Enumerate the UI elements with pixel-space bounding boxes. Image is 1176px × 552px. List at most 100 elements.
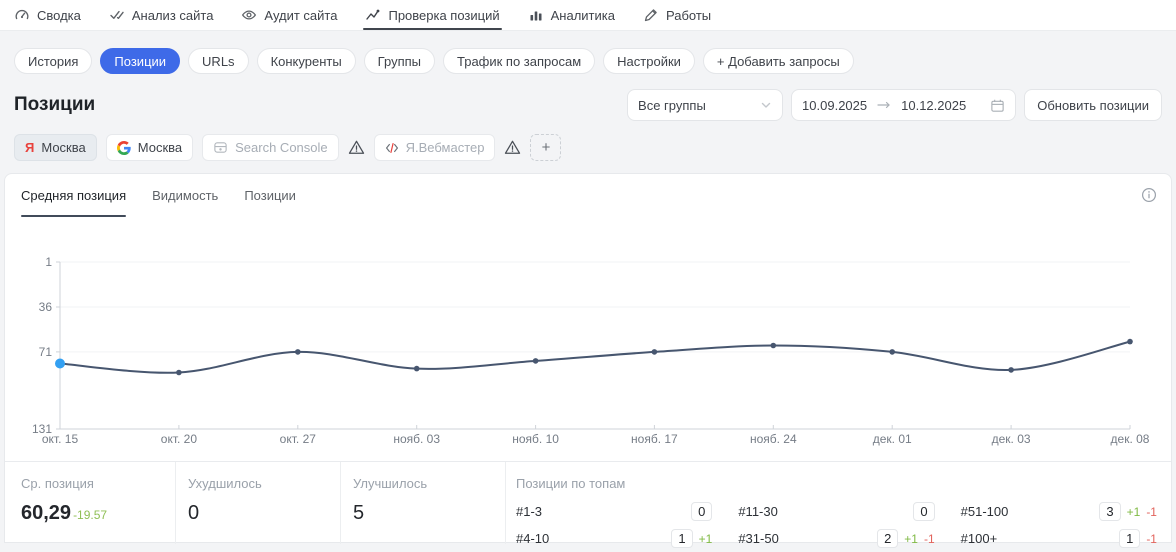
stat-avg-position: Ср. позиция 60,29-19.57 — [5, 462, 176, 544]
top-change-down: -1 — [1146, 505, 1157, 519]
improved-value: 5 — [353, 502, 505, 525]
pen-icon — [643, 7, 659, 23]
header-controls: Все группы 10.09.2025 10.12.2025 Обновит… — [627, 89, 1162, 121]
avg-position-value: 60,29 — [21, 502, 71, 525]
tops-grid: #1-3 0 #11-30 0 #51-100 3 +1 -1 — [516, 498, 1157, 552]
svg-text:36: 36 — [39, 300, 53, 314]
positions-chart-card: Средняя позиция Видимость Позиции 136711… — [4, 173, 1172, 543]
top-range-label: #1-3 — [516, 504, 691, 519]
top-range-label: #100+ — [961, 531, 1119, 546]
top-change-up: +1 — [1127, 505, 1141, 519]
top-count-badge: 0 — [913, 502, 934, 521]
arrow-right-icon — [877, 100, 891, 110]
tab-history[interactable]: История — [14, 48, 92, 74]
yandex-icon: Я — [25, 141, 34, 154]
top-row-100plus: #100+ 1 -1 — [961, 525, 1157, 552]
nav-item-analytics[interactable]: Аналитика — [528, 0, 615, 30]
svg-text:дек. 01: дек. 01 — [873, 432, 912, 446]
calendar-icon[interactable] — [990, 98, 1005, 113]
double-check-icon — [109, 7, 125, 23]
top-count-badge: 1 — [671, 529, 692, 548]
worsened-value: 0 — [188, 502, 340, 525]
nav-item-label: Анализ сайта — [132, 8, 214, 23]
info-icon[interactable] — [1141, 187, 1157, 203]
stat-label: Ухудшилось — [188, 476, 340, 491]
top-change-down: -1 — [924, 532, 935, 546]
tab-settings[interactable]: Настройки — [603, 48, 695, 74]
chip-label: Search Console — [235, 140, 328, 155]
groups-select-value: Все группы — [638, 98, 706, 113]
top-count-badge: 2 — [877, 529, 898, 548]
average-position-chart: 13671131окт. 15окт. 20окт. 27нояб. 03ноя… — [5, 217, 1171, 461]
nav-item-position-check[interactable]: Проверка позиций — [365, 0, 499, 30]
stat-tops: Позиции по топам #1-3 0 #11-30 0 #51-100… — [506, 462, 1171, 544]
tab-positions[interactable]: Позиции — [100, 48, 180, 74]
gauge-icon — [14, 7, 30, 23]
svg-text:дек. 03: дек. 03 — [992, 432, 1031, 446]
search-console-icon — [213, 140, 228, 155]
google-icon — [117, 141, 131, 155]
add-search-engine-button[interactable]: + — [530, 134, 561, 161]
warning-icon[interactable] — [348, 139, 365, 156]
svg-text:нояб. 10: нояб. 10 — [512, 432, 559, 446]
add-queries-button[interactable]: + Добавить запросы — [703, 48, 854, 74]
date-from[interactable]: 10.09.2025 — [802, 98, 867, 113]
page-header: Позиции Все группы 10.09.2025 10.12.2025… — [0, 74, 1176, 121]
top-change-down: -1 — [1146, 532, 1157, 546]
chart-tab-average-position[interactable]: Средняя позиция — [21, 174, 126, 217]
section-tabs: История Позиции URLs Конкуренты Группы Т… — [0, 31, 1176, 74]
chip-label: Москва — [41, 140, 85, 155]
line-chart-icon — [365, 7, 381, 23]
top-range-label: #4-10 — [516, 531, 671, 546]
stat-worsened: Ухудшилось 0 — [176, 462, 341, 544]
stats-footer: Ср. позиция 60,29-19.57 Ухудшилось 0 Улу… — [5, 461, 1171, 544]
stat-label: Улучшилось — [353, 476, 505, 491]
groups-select[interactable]: Все группы — [627, 89, 783, 121]
chip-yandex-webmaster[interactable]: Я.Вебмастер — [374, 134, 496, 161]
chart-tab-positions[interactable]: Позиции — [244, 174, 296, 217]
svg-text:окт. 20: окт. 20 — [161, 432, 198, 446]
top-range-label: #31-50 — [738, 531, 877, 546]
top-row-4-10: #4-10 1 +1 — [516, 525, 712, 552]
chart-tab-visibility[interactable]: Видимость — [152, 174, 218, 217]
stat-improved: Улучшилось 5 — [341, 462, 506, 544]
chevron-down-icon — [760, 99, 772, 111]
svg-text:71: 71 — [39, 345, 53, 359]
stat-label: Ср. позиция — [21, 476, 175, 491]
nav-item-site-analysis[interactable]: Анализ сайта — [109, 0, 214, 30]
tab-query-traffic[interactable]: Трафик по запросам — [443, 48, 595, 74]
tab-urls[interactable]: URLs — [188, 48, 249, 74]
svg-text:окт. 27: окт. 27 — [280, 432, 317, 446]
top-range-label: #11-30 — [738, 504, 913, 519]
eye-icon — [241, 7, 257, 23]
top-change-up: +1 — [904, 532, 918, 546]
line-chart: 13671131окт. 15окт. 20окт. 27нояб. 03ноя… — [5, 217, 1171, 461]
top-row-51-100: #51-100 3 +1 -1 — [961, 498, 1157, 525]
stat-value: 60,29-19.57 — [21, 502, 175, 525]
top-row-11-30: #11-30 0 — [738, 498, 934, 525]
nav-item-site-audit[interactable]: Аудит сайта — [241, 0, 337, 30]
chip-google-moscow[interactable]: Москва — [106, 134, 193, 161]
nav-item-label: Работы — [666, 8, 711, 23]
nav-item-label: Сводка — [37, 8, 81, 23]
stat-label: Позиции по топам — [516, 476, 1157, 491]
top-change-up: +1 — [699, 532, 713, 546]
nav-item-label: Проверка позиций — [388, 8, 499, 23]
date-to[interactable]: 10.12.2025 — [901, 98, 966, 113]
chip-yandex-moscow[interactable]: Я Москва — [14, 134, 97, 161]
nav-item-works[interactable]: Работы — [643, 0, 711, 30]
chip-search-console[interactable]: Search Console — [202, 134, 339, 161]
page-title: Позиции — [14, 94, 95, 116]
yandex-webmaster-icon — [385, 141, 399, 155]
nav-item-label: Аудит сайта — [264, 8, 337, 23]
nav-item-summary[interactable]: Сводка — [14, 0, 81, 30]
top-row-31-50: #31-50 2 +1 -1 — [738, 525, 934, 552]
chart-tabs: Средняя позиция Видимость Позиции — [5, 174, 1171, 217]
bar-chart-icon — [528, 7, 544, 23]
date-range-picker[interactable]: 10.09.2025 10.12.2025 — [791, 89, 1016, 121]
tab-groups[interactable]: Группы — [364, 48, 435, 74]
warning-icon[interactable] — [504, 139, 521, 156]
svg-text:окт. 15: окт. 15 — [42, 432, 79, 446]
update-positions-button[interactable]: Обновить позиции — [1024, 89, 1162, 121]
tab-competitors[interactable]: Конкуренты — [257, 48, 356, 74]
